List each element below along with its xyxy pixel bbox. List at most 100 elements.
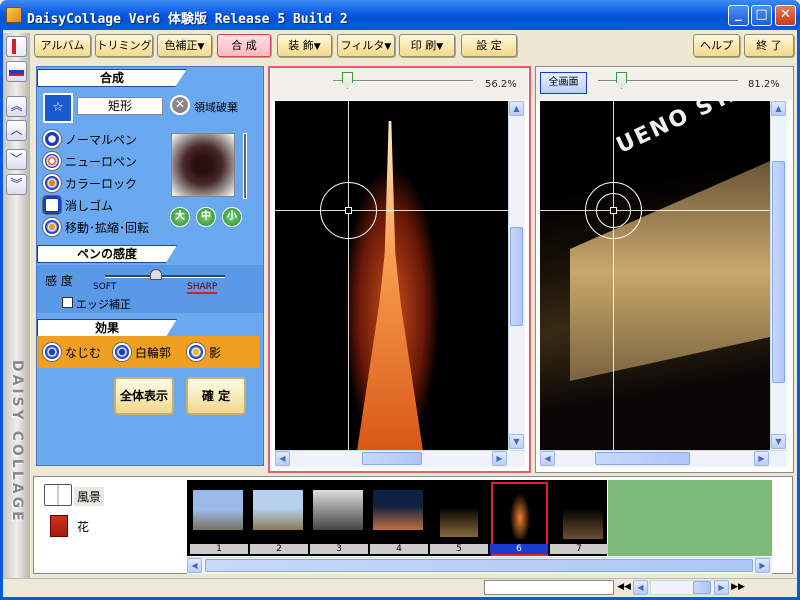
frame-number: 5 (430, 544, 488, 554)
scroll-down-icon[interactable]: ▼ (509, 434, 524, 449)
filmstrip-hscroll[interactable]: ◀ ▶ (187, 557, 772, 574)
flower-book-icon (50, 515, 68, 537)
effect-header: 効果 (37, 319, 177, 337)
move-scale-rotate-label: 移動･拡縮･回転 (65, 221, 150, 235)
source-zoom-track[interactable] (333, 80, 473, 82)
crosshair-v (613, 101, 614, 450)
first-page-icon[interactable]: ◀◀ (617, 580, 631, 595)
trimming-button[interactable]: トリミング (95, 34, 153, 57)
minimize-button[interactable]: _ (728, 5, 749, 26)
pen-colorlock-label: カラーロック (65, 177, 138, 191)
discard-icon[interactable]: ✕ (170, 95, 190, 115)
thumb-7[interactable] (563, 487, 603, 539)
brush-size-slider[interactable] (243, 133, 247, 199)
tower-shape (357, 121, 423, 450)
scroll-up-icon[interactable]: ▲ (771, 101, 786, 116)
scroll-thumb[interactable] (772, 161, 785, 383)
scroll-thumb[interactable] (595, 452, 690, 465)
filter-button[interactable]: フィルタ▼ (337, 34, 395, 57)
scroll-right-icon[interactable]: ▶ (754, 451, 769, 466)
edge-checkbox[interactable] (62, 297, 73, 308)
decorate-button[interactable]: 装 飾▼ (277, 34, 332, 57)
scroll-thumb[interactable] (205, 559, 753, 572)
sensitivity-knob[interactable] (150, 269, 162, 280)
size-small-button[interactable]: 小 (222, 207, 242, 227)
settings-button[interactable]: 設 定 (461, 34, 517, 57)
scroll-thumb[interactable] (362, 452, 422, 465)
scroll-up-icon[interactable]: ▲ (509, 101, 524, 116)
sensitivity-track[interactable] (105, 275, 225, 278)
scroll-left-icon[interactable]: ◀ (187, 558, 202, 573)
target-hscroll[interactable]: ◀ ▶ (540, 450, 787, 467)
sensitivity-label: 感 度 (45, 274, 73, 288)
crosshair-h (540, 210, 770, 211)
shape-field[interactable]: 矩形 (77, 97, 163, 115)
sharp-label: SHARP (187, 282, 218, 294)
scroll-left-icon[interactable]: ◀ (275, 451, 290, 466)
thumb-5[interactable] (440, 487, 478, 537)
eraser-radio[interactable] (43, 196, 61, 214)
filmstrip-bg (608, 480, 772, 556)
chevron-down-icon: ▼ (313, 42, 321, 52)
scroll-down-icon[interactable]: ▼ (771, 434, 786, 449)
exit-button[interactable]: 終 了 (744, 34, 794, 57)
shape-icon[interactable]: ☆ (43, 93, 73, 123)
layout-single-icon[interactable] (6, 36, 27, 57)
panel-header: 合成 (37, 69, 187, 87)
scroll-thumb[interactable] (510, 227, 523, 326)
sensitivity-header: ペンの感度 (37, 245, 177, 263)
crosshair-h (275, 210, 508, 211)
app-icon (6, 7, 22, 23)
next-page-icon[interactable]: ▶ (714, 580, 729, 595)
size-medium-button[interactable]: 中 (196, 207, 216, 227)
fullscreen-button[interactable]: 全画面 (540, 72, 587, 94)
effect-shadow-label: 影 (209, 346, 222, 360)
chevron-down-icon: ▼ (197, 42, 205, 52)
color-correct-button[interactable]: 色補正▼ (157, 34, 212, 57)
prev-page-icon[interactable]: ◀ (633, 580, 648, 595)
frame-number: 2 (250, 544, 308, 554)
confirm-button[interactable]: 確 定 (186, 377, 246, 415)
source-hscroll[interactable]: ◀ ▶ (275, 450, 525, 467)
target-image[interactable]: UENO STATI (540, 101, 770, 450)
help-button[interactable]: ヘルプ (693, 34, 740, 57)
effect-blend-radio[interactable] (43, 343, 61, 361)
brush-preview (171, 133, 235, 197)
composite-button[interactable]: 合 成 (217, 34, 271, 57)
pen-neuro-radio[interactable] (43, 152, 61, 170)
print-button[interactable]: 印 刷▼ (399, 34, 455, 57)
target-vscroll[interactable]: ▲ ▼ (770, 101, 787, 450)
thumb-2[interactable] (253, 490, 303, 530)
scroll-right-icon[interactable]: ▶ (755, 558, 770, 573)
side-logo: DAISY COLLAGE (9, 360, 25, 524)
effect-outline-radio[interactable] (113, 343, 131, 361)
top-icon[interactable]: ︽ (6, 96, 27, 117)
close-button[interactable]: ✕ (775, 5, 796, 26)
thumb-4[interactable] (373, 490, 423, 530)
down-icon[interactable]: ﹀ (6, 149, 27, 170)
up-icon[interactable]: ︿ (6, 120, 27, 141)
source-image[interactable] (275, 101, 508, 450)
move-scale-rotate-radio[interactable] (43, 218, 61, 236)
album-button[interactable]: アルバム (34, 34, 91, 57)
effect-shadow-radio[interactable] (187, 343, 205, 361)
pen-colorlock-radio[interactable] (43, 174, 61, 192)
category-flower[interactable]: 花 (77, 518, 89, 535)
size-large-button[interactable]: 大 (170, 207, 190, 227)
brush-center (610, 207, 617, 214)
pen-normal-radio[interactable] (43, 130, 61, 148)
category-landscape[interactable]: 風景 (74, 487, 105, 506)
page-scroll-thumb[interactable] (693, 581, 711, 594)
scroll-right-icon[interactable]: ▶ (492, 451, 507, 466)
target-zoom-value: 81.2% (748, 79, 780, 90)
bottom-icon[interactable]: ︾ (6, 174, 27, 195)
thumb-1[interactable] (193, 490, 243, 530)
show-all-button[interactable]: 全体表示 (114, 377, 174, 415)
maximize-button[interactable]: □ (751, 5, 772, 26)
thumb-6[interactable] (499, 487, 541, 539)
layout-split-icon[interactable] (6, 61, 27, 82)
last-page-icon[interactable]: ▶▶ (731, 580, 745, 595)
scroll-left-icon[interactable]: ◀ (540, 451, 555, 466)
source-vscroll[interactable]: ▲ ▼ (508, 101, 525, 450)
thumb-3[interactable] (313, 490, 363, 530)
